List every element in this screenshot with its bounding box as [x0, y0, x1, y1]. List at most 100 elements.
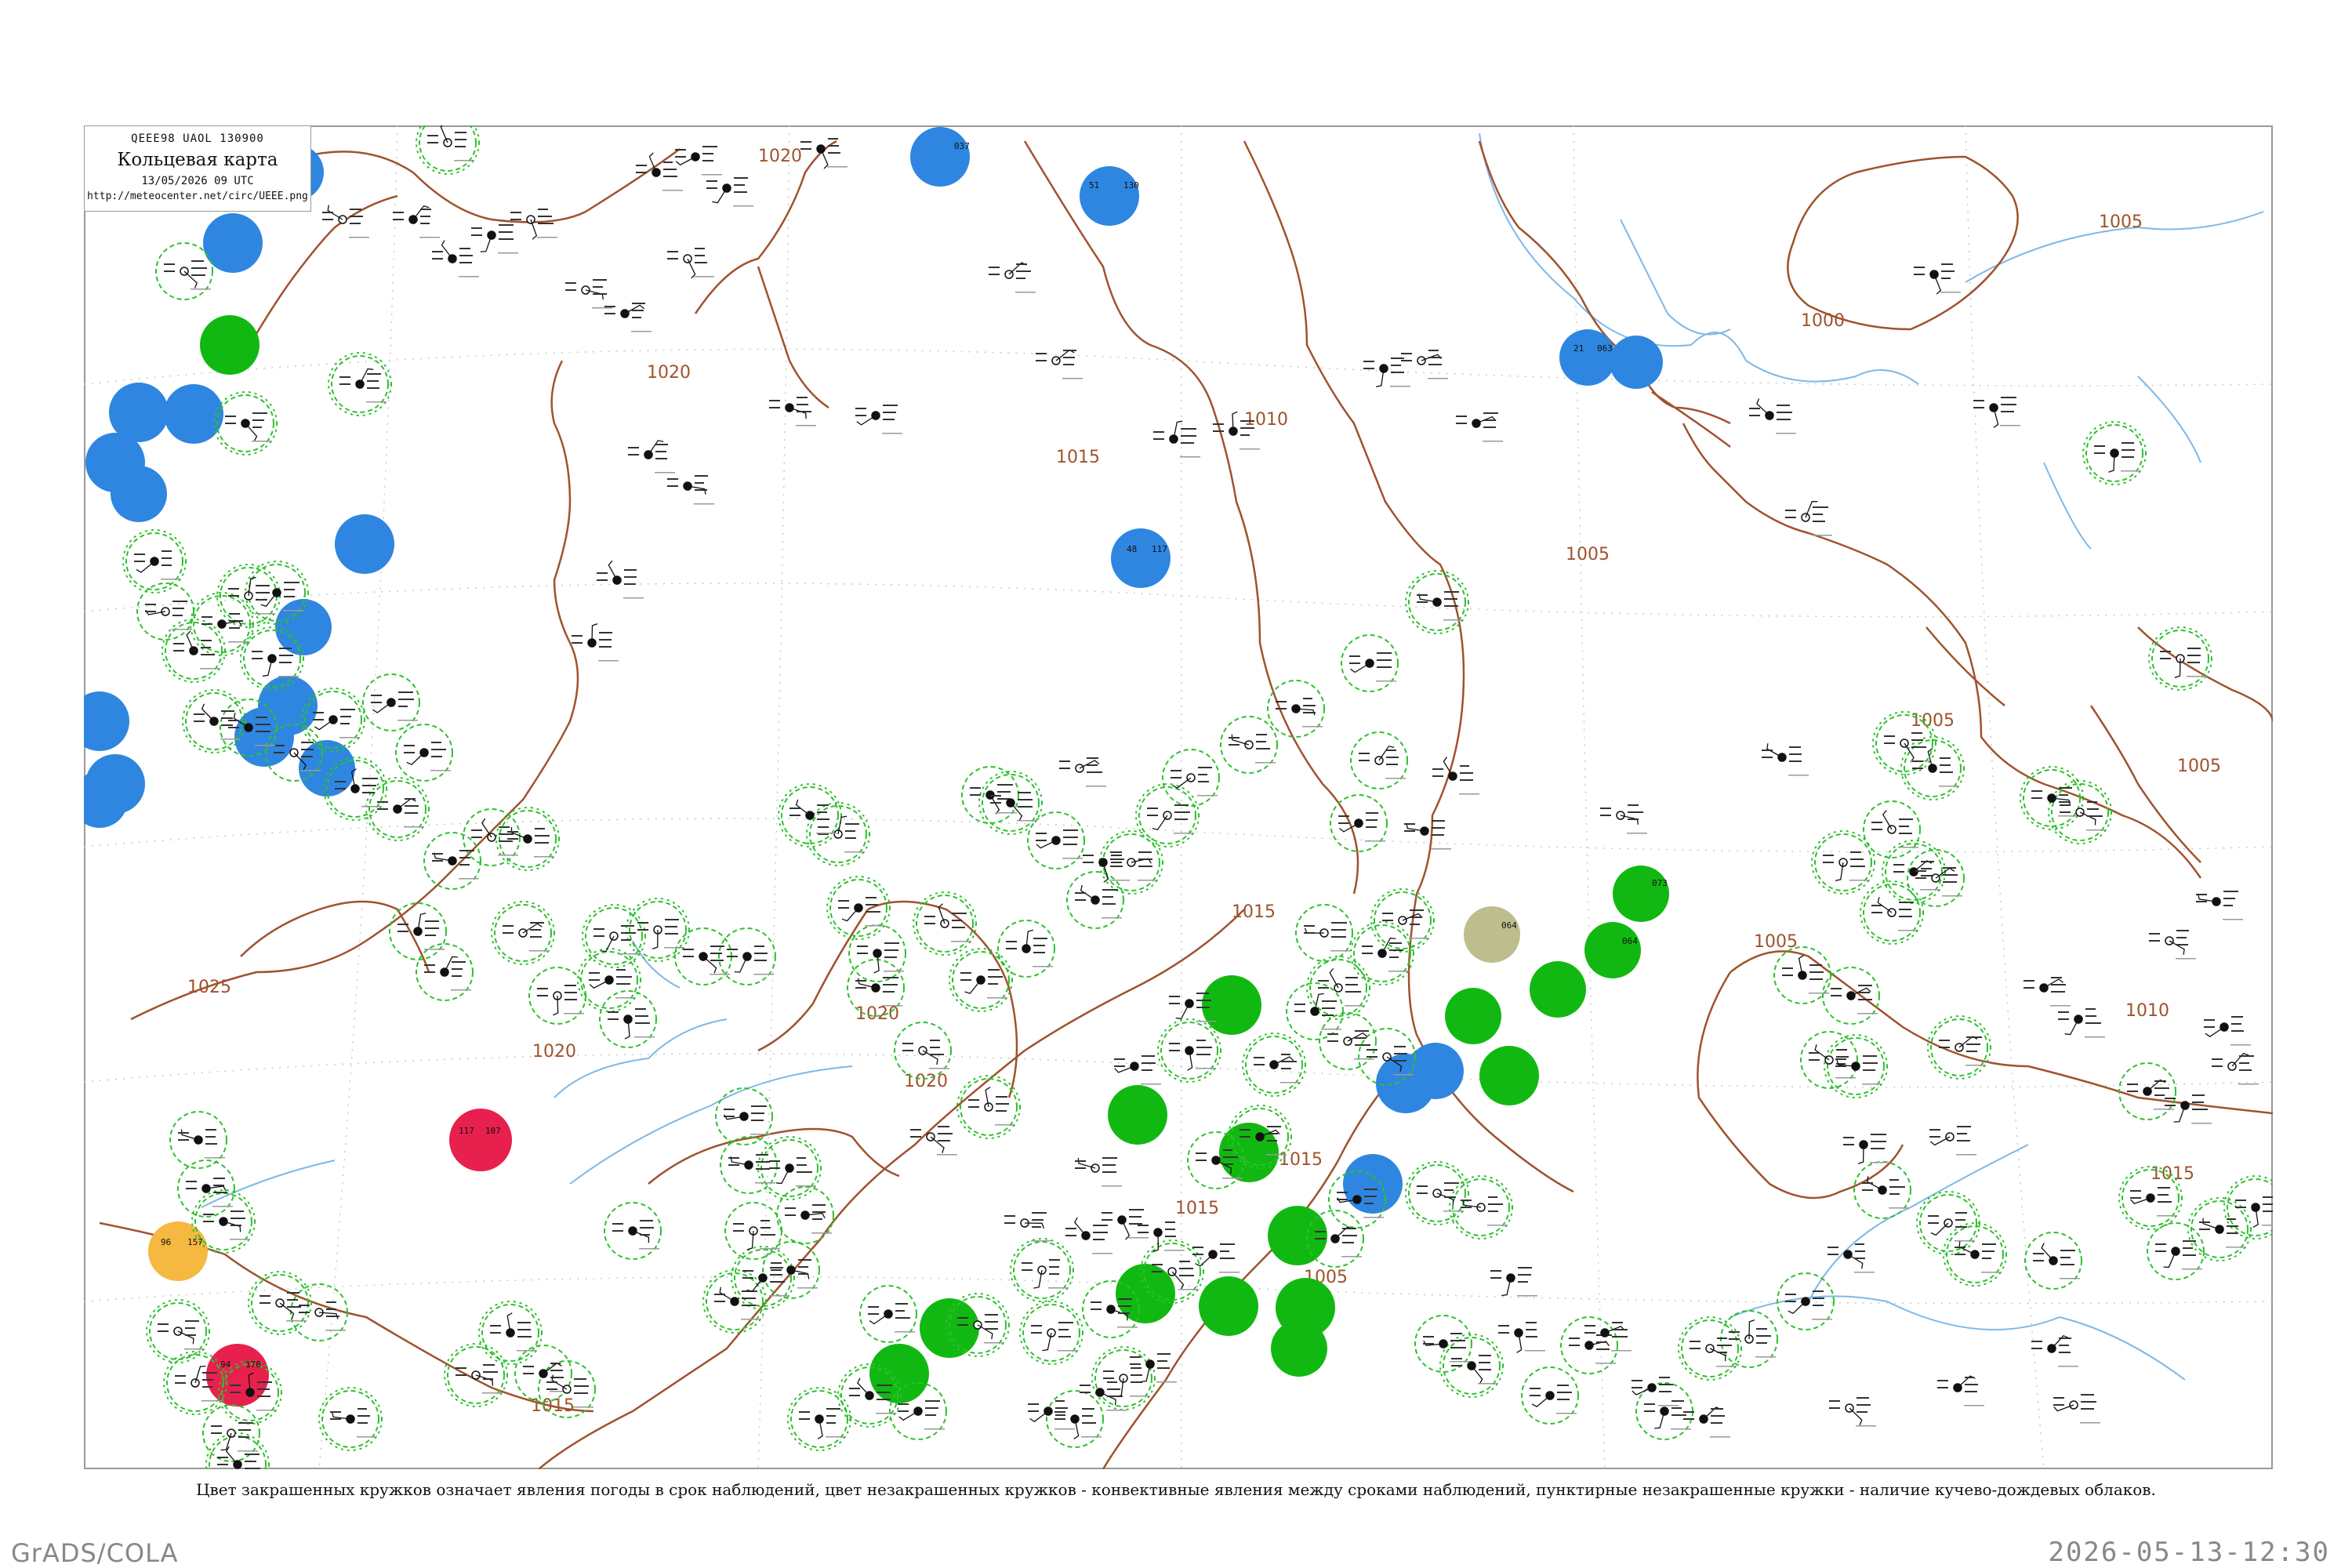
station-plot[interactable]: [589, 969, 636, 999]
station-plot[interactable]: [2130, 1187, 2177, 1217]
station-plot[interactable]: [158, 1320, 205, 1350]
station-plot[interactable]: [1138, 1221, 1185, 1253]
station-plot[interactable]: [1059, 757, 1106, 787]
station-plot[interactable]: [203, 1210, 250, 1240]
station-plot[interactable]: [1973, 397, 2020, 428]
station-plot[interactable]: [2212, 1052, 2259, 1085]
station-plot[interactable]: [404, 742, 451, 771]
station-plot[interactable]: [1690, 1338, 1737, 1367]
station-plot[interactable]: [1729, 1319, 1776, 1358]
station-plot[interactable]: [800, 138, 848, 169]
station-plot[interactable]: [628, 440, 675, 474]
station-plot[interactable]: [857, 942, 904, 974]
station-plot[interactable]: [2033, 1243, 2080, 1279]
station-plot[interactable]: [424, 956, 471, 991]
station-plot[interactable]: [1229, 734, 1276, 764]
station-plot[interactable]: [1153, 420, 1200, 458]
station-plot[interactable]: [1939, 1036, 1986, 1066]
station-fill-blue[interactable]: [203, 213, 263, 273]
station-fill-blue[interactable]: [84, 691, 129, 751]
station-plot[interactable]: [769, 397, 816, 426]
station-plot[interactable]: [1327, 1030, 1374, 1060]
station-plot[interactable]: [1829, 1397, 1876, 1427]
station-fill-green[interactable]: [200, 315, 260, 375]
station-plot[interactable]: [377, 797, 424, 828]
station-plot[interactable]: [2031, 787, 2078, 817]
station-plot[interactable]: [1102, 1209, 1149, 1240]
station-plot[interactable]: [1417, 591, 1464, 621]
station-plot[interactable]: [1862, 1176, 1909, 1209]
station-plot[interactable]: [597, 560, 644, 599]
station-fill-blue[interactable]: [275, 599, 332, 655]
station-plot[interactable]: [164, 260, 211, 290]
station-fill-green[interactable]: [869, 1344, 929, 1403]
station-plot[interactable]: [173, 630, 220, 670]
station-plot[interactable]: [2149, 930, 2196, 960]
station-plot[interactable]: [1782, 955, 1829, 994]
station-plot[interactable]: [1065, 1217, 1112, 1254]
station-plot[interactable]: [565, 279, 612, 309]
station-plot[interactable]: [201, 613, 249, 643]
convective-ring[interactable]: [419, 125, 477, 172]
station-plot[interactable]: [145, 601, 192, 630]
station-plot[interactable]: [1382, 909, 1429, 939]
station-plot[interactable]: [2058, 1008, 2105, 1038]
station-plot[interactable]: [1359, 746, 1406, 779]
station-fill-green[interactable]: [1202, 975, 1261, 1035]
station-plot[interactable]: [134, 550, 181, 580]
station-plot[interactable]: [838, 897, 885, 927]
station-fill-green[interactable]: [1108, 1085, 1167, 1145]
station-plot[interactable]: [1022, 1259, 1069, 1289]
station-plot[interactable]: [432, 240, 479, 278]
station-plot[interactable]: [1031, 1322, 1078, 1352]
station-fill-blue[interactable]: [1407, 1043, 1464, 1099]
station-plot[interactable]: [1349, 652, 1396, 682]
station-fill-green[interactable]: [1613, 866, 1669, 922]
station-plot[interactable]: [724, 1105, 771, 1135]
station-plot[interactable]: [178, 1129, 225, 1159]
station-plot[interactable]: [1762, 743, 1809, 776]
station-plot[interactable]: [1036, 829, 1083, 859]
station-plot[interactable]: [1843, 1134, 1890, 1165]
station-plot[interactable]: [1294, 993, 1341, 1030]
station-fill-green[interactable]: [1445, 988, 1501, 1044]
station-plot[interactable]: [2053, 1394, 2100, 1424]
station-plot[interactable]: [1276, 698, 1323, 728]
station-plot[interactable]: [1254, 1054, 1301, 1083]
station-plot[interactable]: [1490, 1267, 1537, 1297]
station-plot[interactable]: [675, 146, 722, 176]
station-plot[interactable]: [1749, 398, 1796, 434]
station-plot[interactable]: [1456, 412, 1503, 442]
station-fill-blue[interactable]: [335, 514, 394, 574]
station-plot[interactable]: [1835, 1055, 1882, 1085]
station-plot[interactable]: [1955, 1241, 2002, 1273]
station-fill-green[interactable]: [920, 1298, 979, 1358]
station-plot[interactable]: [1915, 867, 1962, 897]
station-plot[interactable]: [1914, 263, 1961, 295]
station-plot[interactable]: [1075, 884, 1122, 919]
station-plot[interactable]: [636, 152, 683, 191]
station-fill-blue[interactable]: [1343, 1154, 1403, 1214]
station-plot[interactable]: [427, 125, 474, 162]
station-plot[interactable]: [706, 177, 753, 207]
station-plot[interactable]: [608, 1008, 655, 1040]
station-plot[interactable]: [228, 576, 275, 615]
station-plot[interactable]: [771, 1259, 818, 1289]
station-fill-green[interactable]: [1199, 1276, 1258, 1336]
station-fill-olive[interactable]: [1464, 906, 1520, 963]
station-plot[interactable]: [868, 1303, 915, 1333]
station-plot[interactable]: [1114, 1055, 1161, 1085]
station-plot[interactable]: [1884, 732, 1931, 763]
station-plot[interactable]: [799, 1408, 846, 1439]
station-plot[interactable]: [728, 1154, 775, 1184]
station-plot[interactable]: [1404, 820, 1451, 850]
station-fill-green[interactable]: [1268, 1206, 1327, 1265]
station-plot[interactable]: [1828, 1243, 1875, 1273]
station-plot[interactable]: [503, 922, 550, 952]
station-plot[interactable]: [371, 691, 418, 721]
station-plot[interactable]: [902, 1040, 949, 1069]
station-plot[interactable]: [604, 303, 652, 332]
station-fill-green[interactable]: [1219, 1123, 1279, 1182]
station-fill-blue[interactable]: [910, 127, 970, 187]
station-plot[interactable]: [510, 209, 557, 240]
